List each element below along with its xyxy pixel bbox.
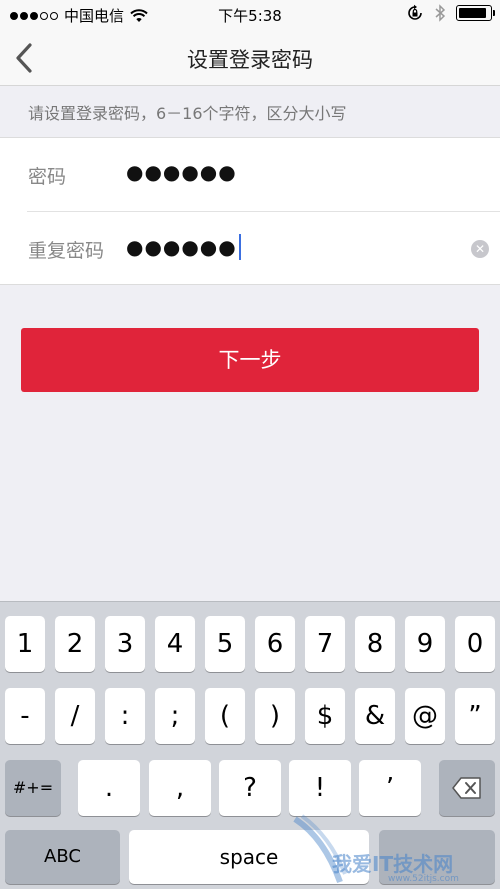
key-5[interactable]: 5: [205, 616, 245, 672]
key-7[interactable]: 7: [305, 616, 345, 672]
key-dollar[interactable]: $: [305, 688, 345, 744]
repeat-password-value: ●●●●●●: [126, 235, 237, 259]
key-close-paren[interactable]: ): [255, 688, 295, 744]
navigation-bar: 设置登录密码: [0, 30, 500, 86]
repeat-password-input[interactable]: ●●●●●●: [126, 234, 241, 260]
key-8[interactable]: 8: [355, 616, 395, 672]
key-4[interactable]: 4: [155, 616, 195, 672]
password-value: ●●●●●●: [126, 160, 237, 184]
page-title: 设置登录密码: [187, 48, 313, 72]
battery-fill: [459, 8, 486, 18]
key-return[interactable]: [379, 830, 495, 884]
status-right: [406, 4, 495, 22]
key-slash[interactable]: /: [55, 688, 95, 744]
key-apostrophe[interactable]: ’: [359, 760, 421, 816]
numeric-keyboard: 1 2 3 4 5 6 7 8 9 0 - / : ; ( ) $ & @ ” …: [0, 601, 500, 889]
key-open-paren[interactable]: (: [205, 688, 245, 744]
password-hint: 请设置登录密码，6－16个字符，区分大小写: [28, 104, 347, 123]
key-9[interactable]: 9: [405, 616, 445, 672]
key-space[interactable]: space: [129, 830, 369, 884]
password-input[interactable]: ●●●●●●: [126, 160, 237, 184]
key-semicolon[interactable]: ;: [155, 688, 195, 744]
key-3[interactable]: 3: [105, 616, 145, 672]
key-question[interactable]: ?: [219, 760, 281, 816]
next-step-button[interactable]: 下一步: [21, 328, 479, 392]
battery-icon: [456, 5, 495, 21]
key-0[interactable]: 0: [455, 616, 495, 672]
key-symbols-toggle[interactable]: #+=: [5, 760, 61, 816]
key-period[interactable]: .: [78, 760, 140, 816]
key-ampersand[interactable]: &: [355, 688, 395, 744]
password-row[interactable]: 密码 ●●●●●●: [0, 138, 500, 212]
text-caret: [238, 234, 241, 260]
key-2[interactable]: 2: [55, 616, 95, 672]
key-6[interactable]: 6: [255, 616, 295, 672]
repeat-password-row[interactable]: 重复密码 ●●●●●● ✕: [0, 212, 500, 286]
key-comma[interactable]: ,: [149, 760, 211, 816]
key-abc[interactable]: ABC: [5, 830, 120, 884]
key-colon[interactable]: :: [105, 688, 145, 744]
key-1[interactable]: 1: [5, 616, 45, 672]
key-at[interactable]: @: [405, 688, 445, 744]
password-label: 密码: [28, 166, 67, 188]
key-quote[interactable]: ”: [455, 688, 495, 744]
key-dash[interactable]: -: [5, 688, 45, 744]
clear-icon[interactable]: ✕: [471, 240, 489, 258]
bluetooth-icon: [435, 4, 446, 22]
delete-key[interactable]: [439, 760, 495, 816]
status-bar: 中国电信 下午5:38: [0, 0, 500, 30]
key-exclamation[interactable]: !: [289, 760, 351, 816]
password-form: 密码 ●●●●●● 重复密码 ●●●●●● ✕: [0, 137, 500, 285]
rotation-lock-icon: [408, 4, 422, 20]
repeat-password-label: 重复密码: [28, 240, 105, 262]
backspace-icon: [452, 777, 481, 799]
